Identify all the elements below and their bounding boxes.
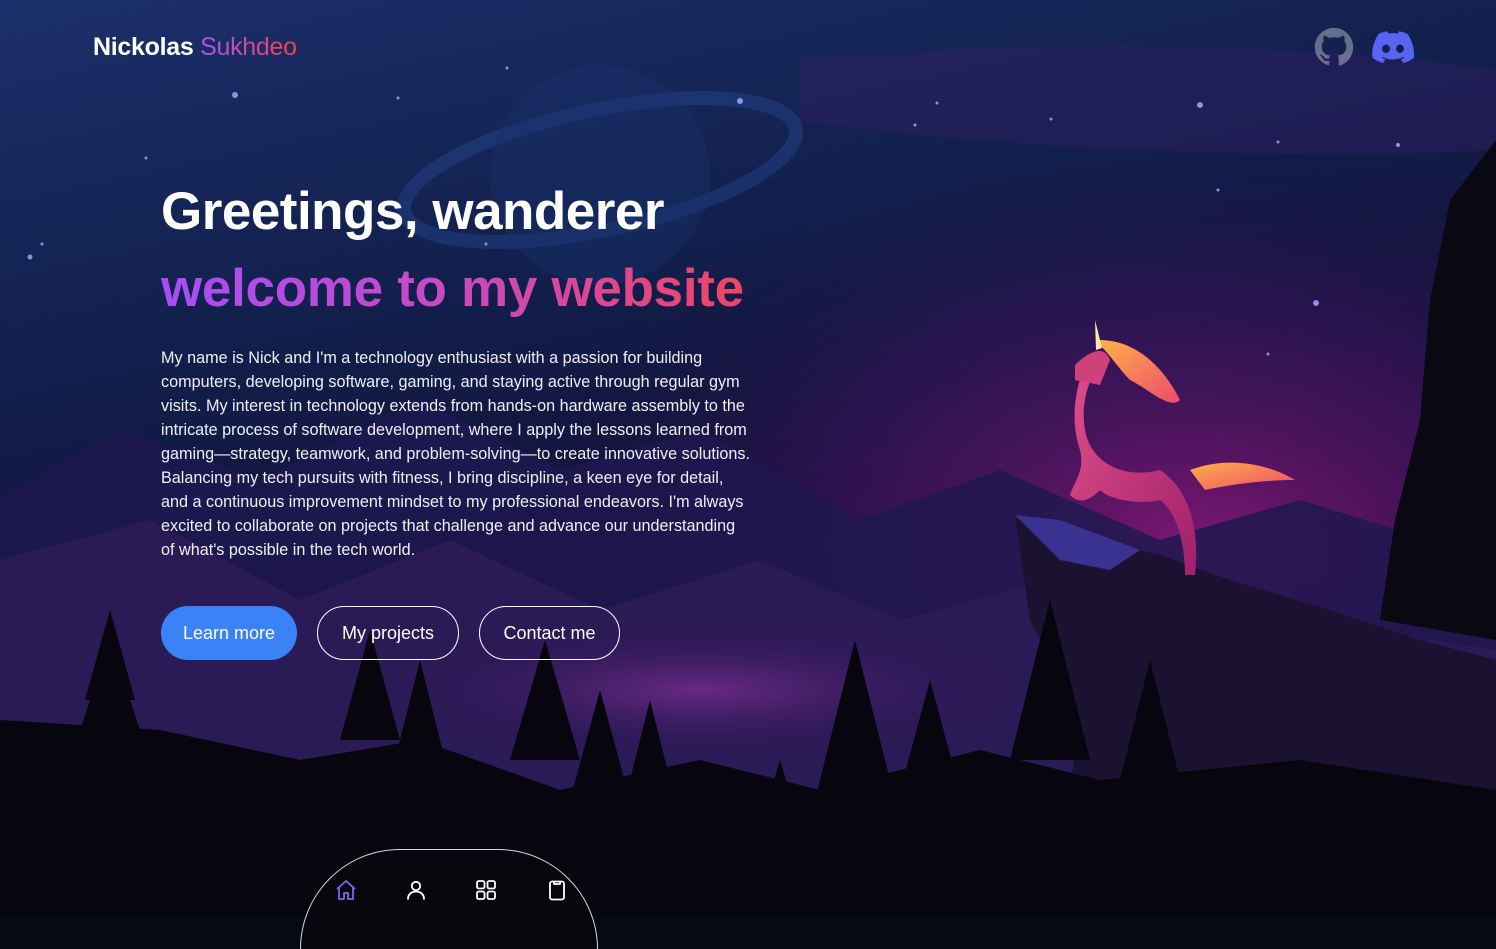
contact-me-button[interactable]: Contact me <box>479 606 620 660</box>
grid-icon <box>476 880 496 900</box>
brand-first-name: Nickolas <box>93 33 194 61</box>
clipboard-icon <box>549 880 565 901</box>
home-icon <box>336 880 356 900</box>
hero-subheadline: welcome to my website <box>161 257 744 321</box>
github-link[interactable] <box>1313 26 1355 68</box>
nav-projects[interactable] <box>472 876 500 904</box>
learn-more-button[interactable]: Learn more <box>161 606 297 660</box>
discord-link[interactable] <box>1372 26 1414 68</box>
site-brand[interactable]: Nickolas Sukhdeo <box>93 33 297 62</box>
nav-about[interactable] <box>402 876 430 904</box>
hero-intro-text: My name is Nick and I'm a technology ent… <box>161 349 751 559</box>
hero-headline: Greetings, wanderer <box>161 182 665 241</box>
my-projects-button[interactable]: My projects <box>317 606 459 660</box>
nav-contact[interactable] <box>543 876 571 904</box>
nav-home[interactable] <box>332 876 360 904</box>
user-icon <box>407 880 425 900</box>
brand-last-name: Sukhdeo <box>200 33 297 61</box>
github-icon <box>1314 27 1354 66</box>
discord-icon <box>1372 31 1414 63</box>
